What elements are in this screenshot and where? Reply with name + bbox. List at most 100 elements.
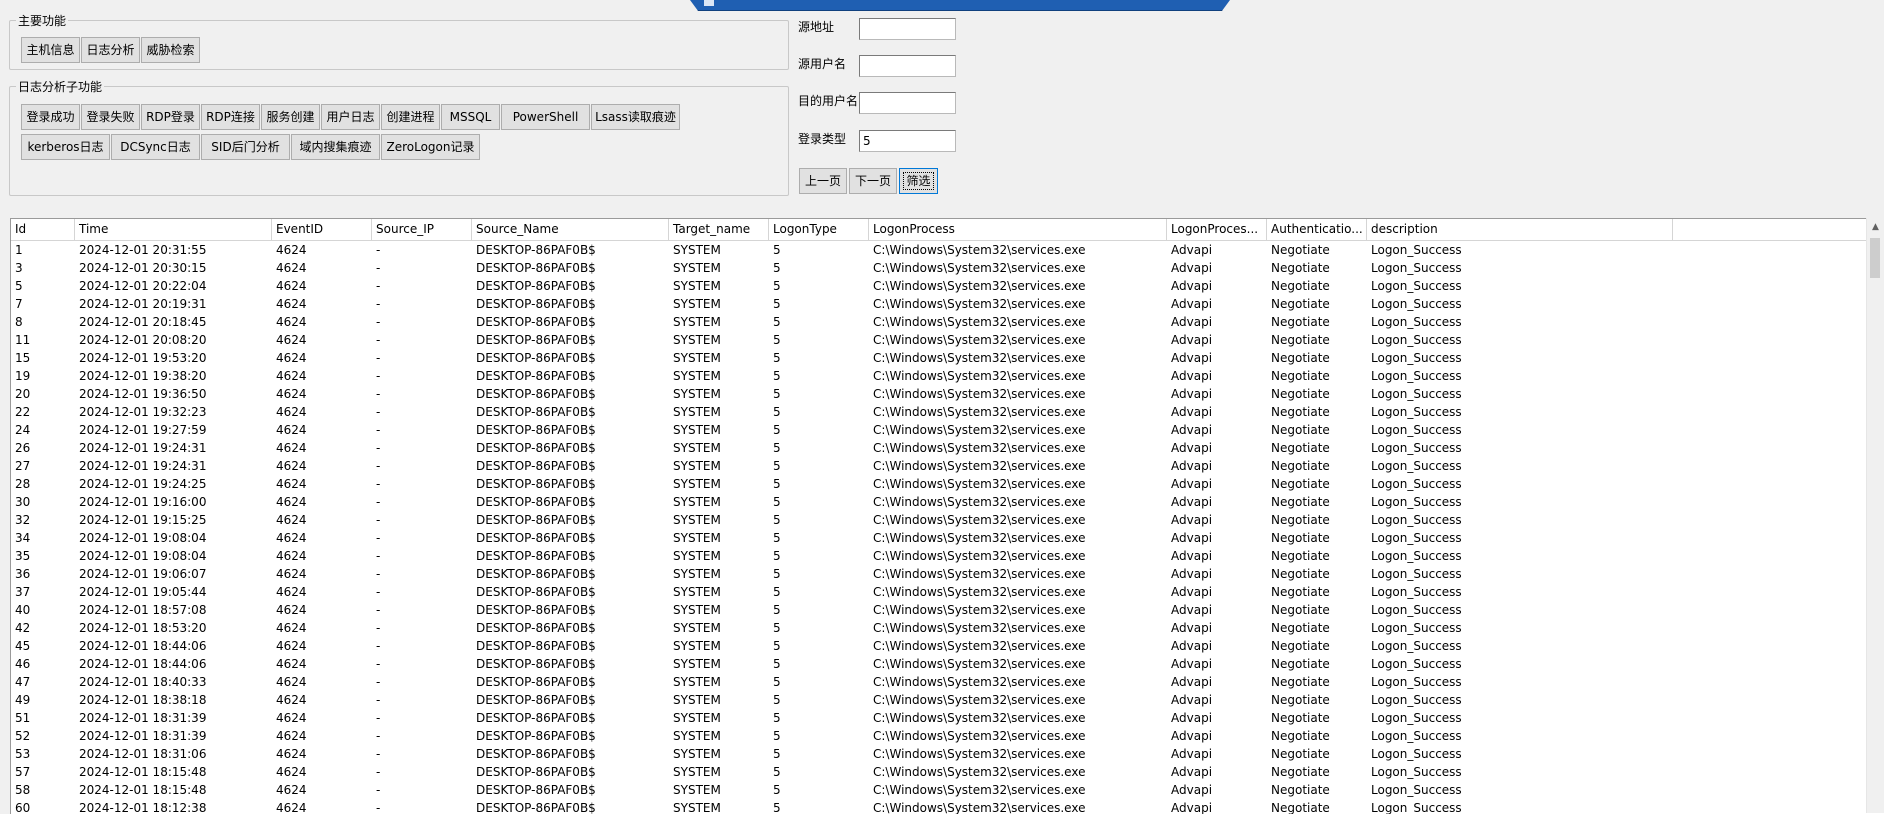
cell-logon-process: C:\Windows\System32\services.exe xyxy=(873,477,1086,491)
target-user-label: 目的用户名 xyxy=(798,94,859,108)
target-user-input[interactable] xyxy=(859,92,956,114)
mssql-button[interactable]: MSSQL xyxy=(441,104,500,130)
cell-source-ip: - xyxy=(376,315,381,329)
table-row[interactable]: 27 2024-12-01 19:24:31 4624 - DESKTOP-86PAF0… xyxy=(11,457,1863,475)
zerologon-record-button[interactable]: ZeroLogon记录 xyxy=(381,134,480,160)
cell-logon-type: 5 xyxy=(773,747,781,761)
cell-description: Logon_Success xyxy=(1371,549,1462,563)
cell-target-name: SYSTEM xyxy=(673,369,721,383)
login-failure-button[interactable]: 登录失败 xyxy=(81,104,140,130)
vertical-scrollbar[interactable]: ▲ xyxy=(1866,218,1884,813)
service-create-button[interactable]: 服务创建 xyxy=(261,104,320,130)
table-row[interactable]: 52 2024-12-01 18:31:39 4624 - DESKTOP-86PAF0… xyxy=(11,727,1863,745)
host-info-button[interactable]: 主机信息 xyxy=(21,37,80,63)
lsass-read-trace-button[interactable]: Lsass读取痕迹 xyxy=(591,104,680,130)
dcsync-log-button[interactable]: DCSync日志 xyxy=(111,134,200,160)
cell-source-ip: - xyxy=(376,351,381,365)
login-success-button[interactable]: 登录成功 xyxy=(21,104,80,130)
column-header-event-id[interactable]: EventID xyxy=(272,219,372,240)
table-row[interactable]: 19 2024-12-01 19:38:20 4624 - DESKTOP-86PAF0… xyxy=(11,367,1863,385)
table-row[interactable]: 11 2024-12-01 20:08:20 4624 - DESKTOP-86PAF0… xyxy=(11,331,1863,349)
logon-type-input[interactable] xyxy=(859,130,956,152)
cell-logon-process: C:\Windows\System32\services.exe xyxy=(873,603,1086,617)
cell-authentication: Negotiate xyxy=(1271,495,1330,509)
cell-time: 2024-12-01 18:31:39 xyxy=(79,711,207,725)
table-row[interactable]: 5 2024-12-01 20:22:04 4624 - DESKTOP-86PAF0B… xyxy=(11,277,1863,295)
create-process-button[interactable]: 创建进程 xyxy=(381,104,440,130)
powershell-button[interactable]: PowerShell xyxy=(501,104,590,130)
scroll-up-icon[interactable]: ▲ xyxy=(1867,220,1884,234)
column-header-time[interactable]: Time xyxy=(75,219,272,240)
cell-event-id: 4624 xyxy=(276,549,307,563)
table-row[interactable]: 42 2024-12-01 18:53:20 4624 - DESKTOP-86PAF0… xyxy=(11,619,1863,637)
cell-logon-type: 5 xyxy=(773,711,781,725)
table-row[interactable]: 57 2024-12-01 18:15:48 4624 - DESKTOP-86PAF0… xyxy=(11,763,1863,781)
column-header-logon-process[interactable]: LogonProcess xyxy=(869,219,1167,240)
cell-source-ip: - xyxy=(376,441,381,455)
table-row[interactable]: 51 2024-12-01 18:31:39 4624 - DESKTOP-86PAF0… xyxy=(11,709,1863,727)
column-header-source-name[interactable]: Source_Name xyxy=(472,219,669,240)
table-row[interactable]: 45 2024-12-01 18:44:06 4624 - DESKTOP-86PAF0… xyxy=(11,637,1863,655)
table-row[interactable]: 3 2024-12-01 20:30:15 4624 - DESKTOP-86PAF0B… xyxy=(11,259,1863,277)
column-header-id[interactable]: Id xyxy=(11,219,75,240)
scrollbar-thumb[interactable] xyxy=(1870,238,1880,278)
table-row[interactable]: 32 2024-12-01 19:15:25 4624 - DESKTOP-86PAF0… xyxy=(11,511,1863,529)
table-row[interactable]: 8 2024-12-01 20:18:45 4624 - DESKTOP-86PAF0B… xyxy=(11,313,1863,331)
floating-window-titlebar[interactable] xyxy=(690,0,1230,11)
table-row[interactable]: 26 2024-12-01 19:24:31 4624 - DESKTOP-86PAF0… xyxy=(11,439,1863,457)
cell-source-name: DESKTOP-86PAF0B$ xyxy=(476,405,596,419)
column-header-logon-type[interactable]: LogonType xyxy=(769,219,869,240)
source-address-input[interactable] xyxy=(859,18,956,40)
sid-backdoor-button[interactable]: SID后门分析 xyxy=(201,134,290,160)
column-header-authentication[interactable]: Authenticatio... xyxy=(1267,219,1367,240)
cell-target-name: SYSTEM xyxy=(673,513,721,527)
cell-time: 2024-12-01 18:15:48 xyxy=(79,765,207,779)
prev-page-button[interactable]: 上一页 xyxy=(799,168,847,194)
kerberos-log-button[interactable]: kerberos日志 xyxy=(21,134,110,160)
cell-logon-process-name: Advapi xyxy=(1171,603,1213,617)
cell-source-name: DESKTOP-86PAF0B$ xyxy=(476,585,596,599)
table-row[interactable]: 37 2024-12-01 19:05:44 4624 - DESKTOP-86PAF0… xyxy=(11,583,1863,601)
rdp-login-button[interactable]: RDP登录 xyxy=(141,104,200,130)
column-header-description[interactable]: description xyxy=(1367,219,1673,240)
next-page-button[interactable]: 下一页 xyxy=(849,168,897,194)
threat-search-button[interactable]: 威胁检索 xyxy=(141,37,200,63)
table-row[interactable]: 24 2024-12-01 19:27:59 4624 - DESKTOP-86PAF0… xyxy=(11,421,1863,439)
domain-recon-trace-button[interactable]: 域内搜集痕迹 xyxy=(291,134,380,160)
cell-event-id: 4624 xyxy=(276,405,307,419)
table-row[interactable]: 47 2024-12-01 18:40:33 4624 - DESKTOP-86PAF0… xyxy=(11,673,1863,691)
table-row[interactable]: 28 2024-12-01 19:24:25 4624 - DESKTOP-86PAF0… xyxy=(11,475,1863,493)
rdp-connect-button[interactable]: RDP连接 xyxy=(201,104,260,130)
table-row[interactable]: 1 2024-12-01 20:31:55 4624 - DESKTOP-86PAF0B… xyxy=(11,241,1863,259)
table-row[interactable]: 36 2024-12-01 19:06:07 4624 - DESKTOP-86PAF0… xyxy=(11,565,1863,583)
cell-target-name: SYSTEM xyxy=(673,675,721,689)
table-row[interactable]: 22 2024-12-01 19:32:23 4624 - DESKTOP-86PAF0… xyxy=(11,403,1863,421)
cell-time: 2024-12-01 18:12:38 xyxy=(79,801,207,814)
cell-source-ip: - xyxy=(376,531,381,545)
event-log-table[interactable]: Id Time EventID Source_IP Source_Name Ta… xyxy=(10,218,1884,814)
table-row[interactable]: 20 2024-12-01 19:36:50 4624 - DESKTOP-86PAF0… xyxy=(11,385,1863,403)
cell-id: 11 xyxy=(15,333,31,347)
table-row[interactable]: 49 2024-12-01 18:38:18 4624 - DESKTOP-86PAF0… xyxy=(11,691,1863,709)
column-header-target-name[interactable]: Target_name xyxy=(669,219,769,240)
table-row[interactable]: 53 2024-12-01 18:31:06 4624 - DESKTOP-86PAF0… xyxy=(11,745,1863,763)
table-row[interactable]: 35 2024-12-01 19:08:04 4624 - DESKTOP-86PAF0… xyxy=(11,547,1863,565)
column-header-logon-process-name[interactable]: LogonProces... xyxy=(1167,219,1267,240)
log-analysis-button[interactable]: 日志分析 xyxy=(81,37,140,63)
cell-authentication: Negotiate xyxy=(1271,459,1330,473)
table-row[interactable]: 40 2024-12-01 18:57:08 4624 - DESKTOP-86PAF0… xyxy=(11,601,1863,619)
cell-id: 49 xyxy=(15,693,31,707)
table-row[interactable]: 30 2024-12-01 19:16:00 4624 - DESKTOP-86PAF0… xyxy=(11,493,1863,511)
table-row[interactable]: 46 2024-12-01 18:44:06 4624 - DESKTOP-86PAF0… xyxy=(11,655,1863,673)
cell-source-ip: - xyxy=(376,621,381,635)
column-header-source-ip[interactable]: Source_IP xyxy=(372,219,472,240)
cell-id: 40 xyxy=(15,603,31,617)
table-row[interactable]: 7 2024-12-01 20:19:31 4624 - DESKTOP-86PAF0B… xyxy=(11,295,1863,313)
table-row[interactable]: 58 2024-12-01 18:15:48 4624 - DESKTOP-86PAF0… xyxy=(11,781,1863,799)
table-row[interactable]: 34 2024-12-01 19:08:04 4624 - DESKTOP-86PAF0… xyxy=(11,529,1863,547)
table-row[interactable]: 60 2024-12-01 18:12:38 4624 - DESKTOP-86PAF0… xyxy=(11,799,1863,814)
user-log-button[interactable]: 用户日志 xyxy=(321,104,380,130)
filter-button[interactable]: 筛选 xyxy=(899,168,938,194)
table-row[interactable]: 15 2024-12-01 19:53:20 4624 - DESKTOP-86PAF0… xyxy=(11,349,1863,367)
source-user-input[interactable] xyxy=(859,55,956,77)
